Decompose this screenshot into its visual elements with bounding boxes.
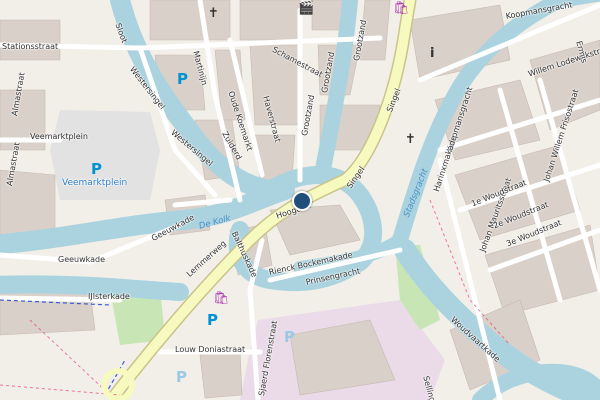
- parking-icon[interactable]: P: [177, 70, 188, 88]
- street-label-stationsstraat: Stationsstraat: [2, 42, 59, 51]
- street-label-ijlsterkade: IJlsterkade: [88, 292, 130, 301]
- shop-icon[interactable]: 🛍: [393, 1, 410, 16]
- info-icon[interactable]: i: [430, 46, 434, 61]
- street-label-louw-doniastraat: Louw Doniastraat: [175, 345, 246, 354]
- parking-icon[interactable]: P: [91, 160, 102, 178]
- parking-icon[interactable]: P: [176, 368, 187, 386]
- street-label-geeuwkade-lower: Geeuwkade: [58, 255, 106, 264]
- shop-icon[interactable]: 🛍: [213, 291, 230, 306]
- street-label-veemarktplein: Veemarktplein: [30, 132, 88, 141]
- church-icon[interactable]: ✝: [208, 6, 219, 21]
- parking-icon[interactable]: P: [284, 328, 295, 346]
- cinema-icon[interactable]: 🎬: [298, 1, 314, 16]
- place-label-veemarktplein: Veemarktplein: [62, 178, 128, 188]
- location-marker[interactable]: [292, 191, 312, 211]
- parking-icon[interactable]: P: [207, 311, 218, 329]
- map-view[interactable]: Stationsstraat Sloot Westersingel Wester…: [0, 0, 600, 400]
- church-icon[interactable]: ✝: [405, 132, 416, 147]
